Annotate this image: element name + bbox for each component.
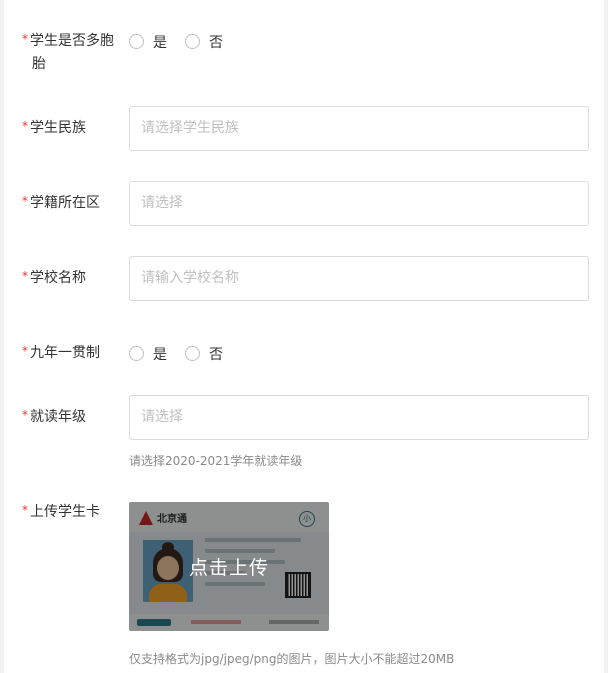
grade-label: * 就读年级	[22, 408, 86, 425]
required-mark: *	[22, 408, 28, 422]
multiple-birth-radio-group: 是 否	[129, 30, 241, 53]
school-name-label: * 学校名称	[22, 269, 86, 286]
required-mark: *	[22, 119, 28, 133]
grade-select[interactable]: 请选择	[129, 395, 589, 440]
required-mark: *	[22, 269, 28, 283]
radio-circle-icon[interactable]	[185, 346, 200, 361]
required-mark: *	[22, 503, 28, 517]
nine-year-label: * 九年一贯制	[22, 344, 100, 361]
radio-circle-icon[interactable]	[129, 346, 144, 361]
multiple-birth-yes-radio[interactable]: 是	[129, 32, 167, 52]
multiple-birth-no-radio[interactable]: 否	[185, 32, 223, 52]
student-card-hint: 仅支持格式为jpg/jpeg/png的图片，图片大小不能超过20MB	[129, 652, 455, 666]
student-card-label: * 上传学生卡	[22, 503, 100, 520]
upload-button-text[interactable]: 点击上传	[129, 502, 329, 631]
required-mark: *	[22, 32, 28, 46]
district-label: * 学籍所在区	[22, 194, 100, 211]
nine-year-no-radio[interactable]: 否	[185, 344, 223, 364]
radio-circle-icon[interactable]	[185, 34, 200, 49]
school-name-input[interactable]: 请输入学校名称	[129, 256, 589, 301]
radio-circle-icon[interactable]	[129, 34, 144, 49]
ethnicity-select[interactable]: 请选择学生民族	[129, 106, 589, 151]
nine-year-radio-group: 是 否	[129, 342, 241, 365]
nine-year-yes-radio[interactable]: 是	[129, 344, 167, 364]
multiple-birth-label: * 学生是否多胞 胎	[22, 32, 114, 72]
required-mark: *	[22, 344, 28, 358]
ethnicity-label: * 学生民族	[22, 119, 86, 136]
required-mark: *	[22, 194, 28, 208]
form-panel: * 学生是否多胞 胎 是 否 * 学生民族 请选择学生民族 * 学籍所在区 请选择 *…	[4, 0, 604, 673]
grade-hint: 请选择2020-2021学年就读年级	[129, 454, 303, 468]
district-select[interactable]: 请选择	[129, 181, 589, 226]
student-card-upload[interactable]: 北京通 小 点击上传	[129, 502, 329, 631]
